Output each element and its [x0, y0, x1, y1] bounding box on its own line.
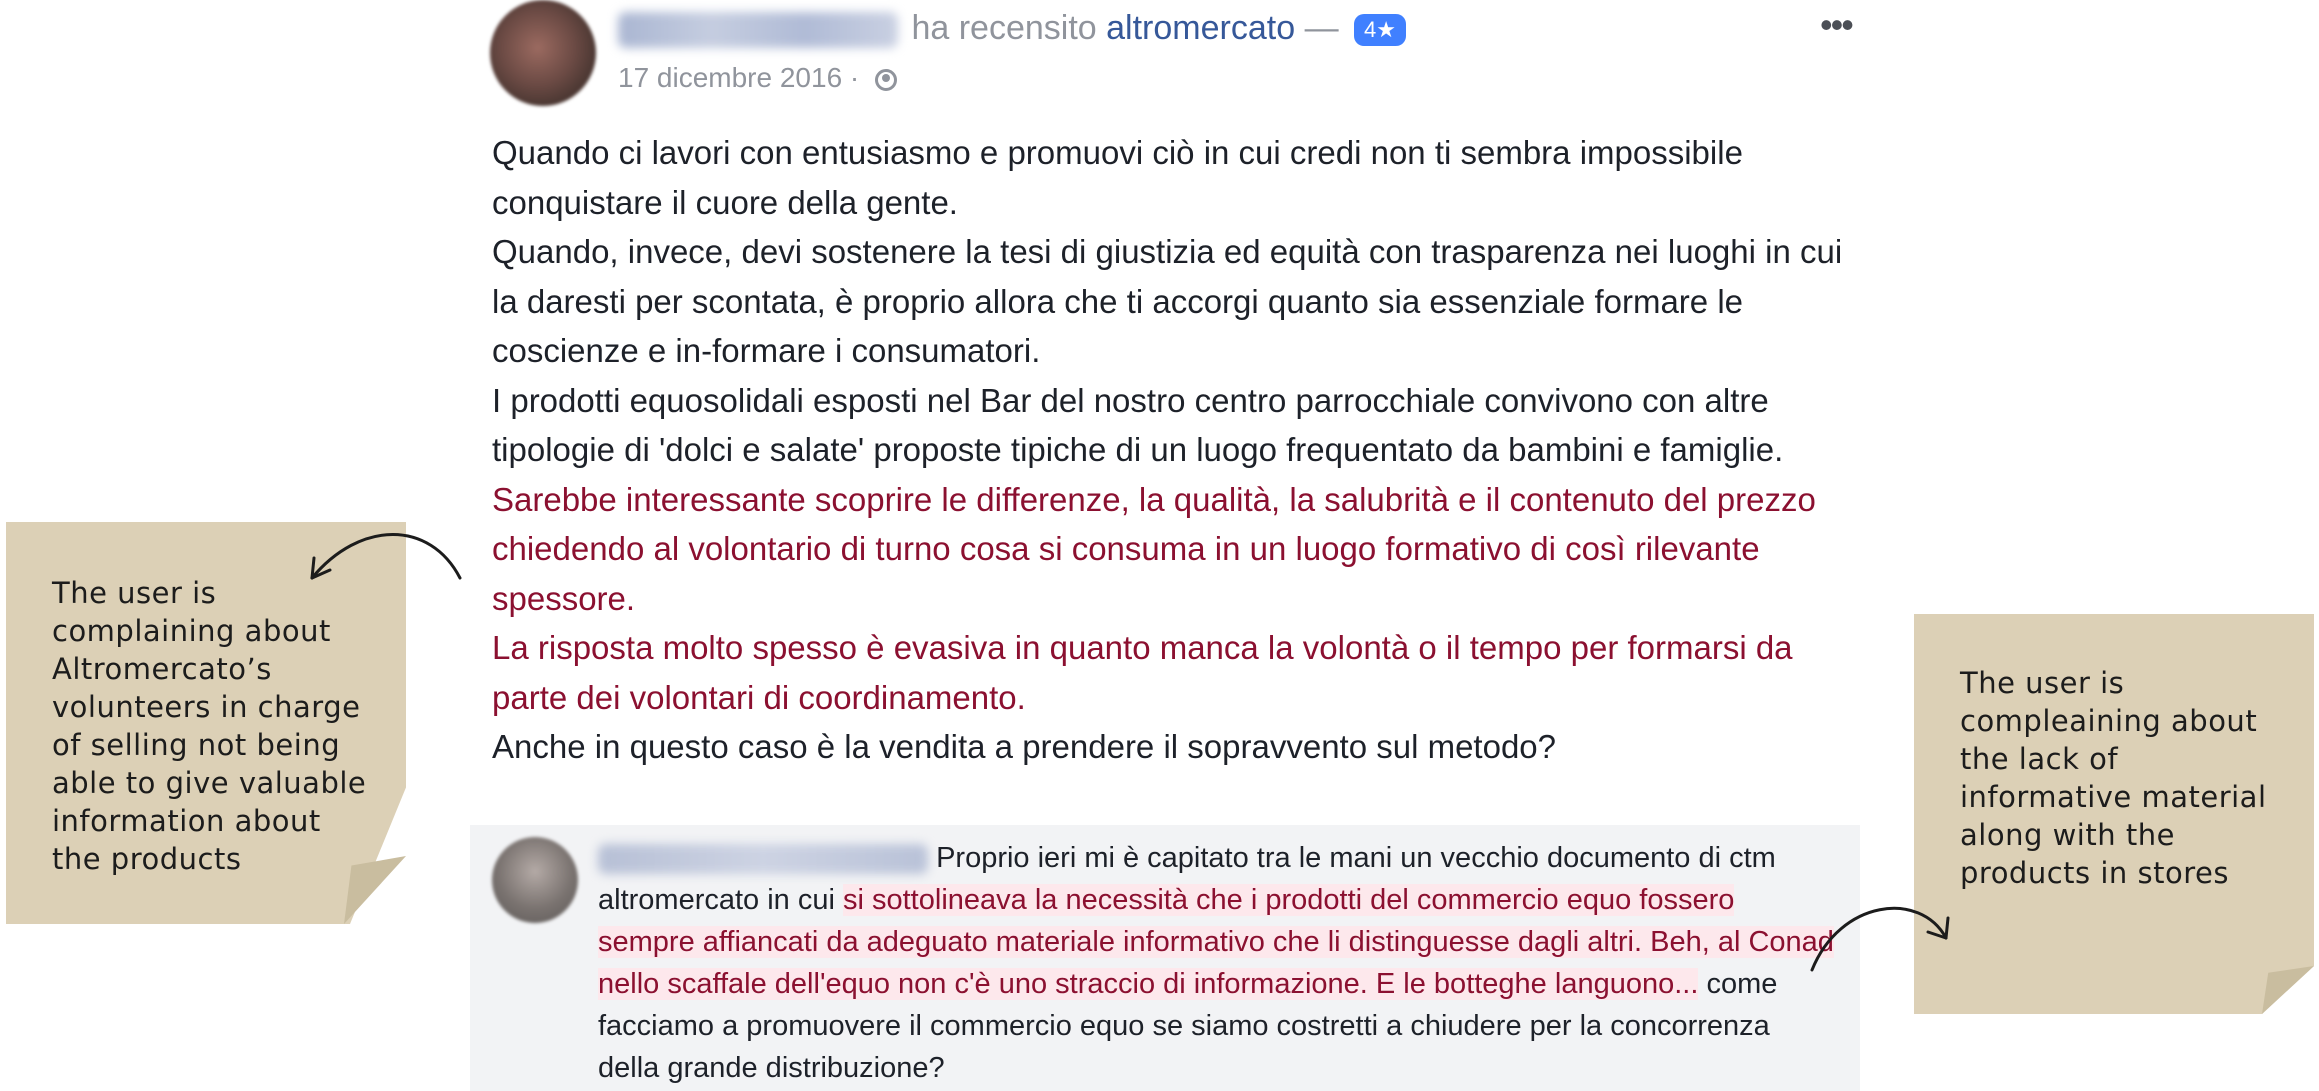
more-options-icon[interactable]: ••• [1820, 4, 1854, 46]
post-paragraph-4-highlighted: Sarebbe interessante scoprire le differe… [492, 480, 1816, 617]
reviewed-label: ha recensito [911, 9, 1097, 47]
review-post: ha recensito altromercato — 4★ ••• 17 di… [490, 0, 1870, 810]
post-body: Quando ci lavori con entusiasmo e promuo… [492, 128, 1872, 772]
note-fold-right [2262, 966, 2314, 1014]
post-paragraph-3: I prodotti equosolidali esposti nel Bar … [492, 381, 1784, 469]
header-dash: — [1304, 9, 1339, 47]
post-date-text[interactable]: 17 dicembre 2016 · [618, 62, 859, 93]
annotation-note-left-text: The user is complaining about Altromerca… [52, 576, 367, 876]
reviewer-avatar[interactable] [490, 0, 596, 106]
annotation-note-right-text: The user is compleaining about the lack … [1960, 666, 2267, 890]
commenter-avatar[interactable] [492, 837, 578, 923]
comment-text: Proprio ieri mi è capitato tra le mani u… [598, 837, 1838, 1089]
public-globe-icon [875, 68, 898, 91]
comment: Proprio ieri mi è capitato tra le mani u… [470, 825, 1860, 1091]
post-paragraph-2: Quando, invece, devi sostenere la tesi d… [492, 233, 1843, 369]
page-link[interactable]: altromercato [1106, 9, 1295, 47]
commenter-name-blurred[interactable] [598, 844, 928, 875]
reviewer-name-blurred[interactable] [618, 12, 898, 49]
post-date: 17 dicembre 2016 · [618, 58, 898, 98]
post-header: ha recensito altromercato — 4★ [618, 6, 1406, 50]
post-paragraph-5-highlighted: La risposta molto spesso è evasiva in qu… [492, 629, 1793, 716]
post-paragraph-6: Anche in questo caso è la vendita a pren… [492, 728, 1557, 765]
post-paragraph-1: Quando ci lavori con entusiasmo e promuo… [492, 134, 1743, 221]
rating-badge: 4★ [1354, 14, 1406, 47]
